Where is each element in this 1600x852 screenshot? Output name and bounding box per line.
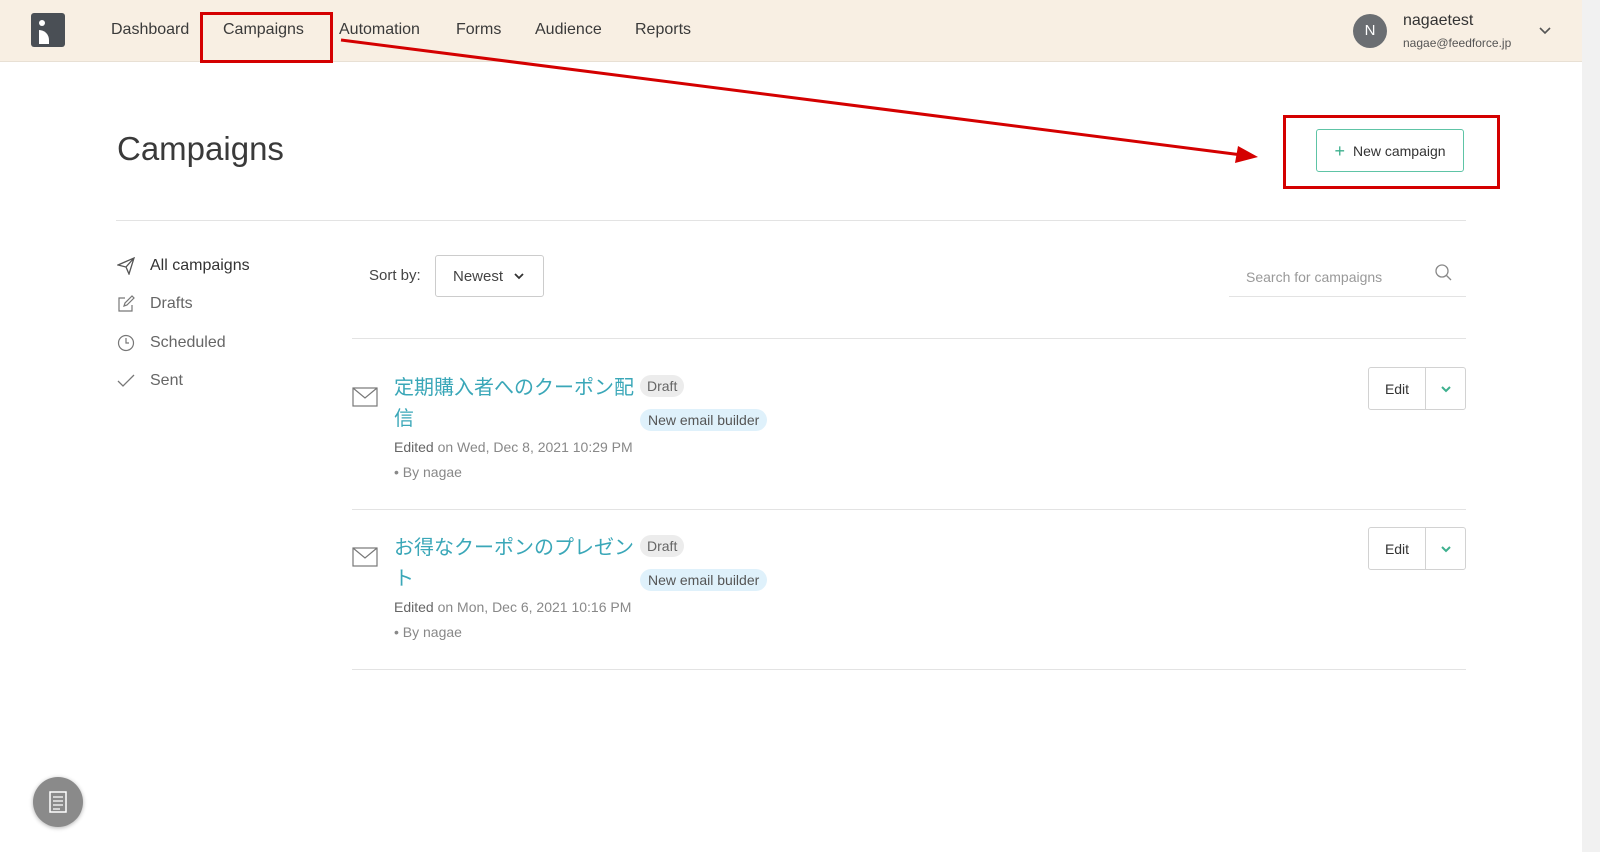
annotation-arrow-icon — [340, 38, 1258, 163]
